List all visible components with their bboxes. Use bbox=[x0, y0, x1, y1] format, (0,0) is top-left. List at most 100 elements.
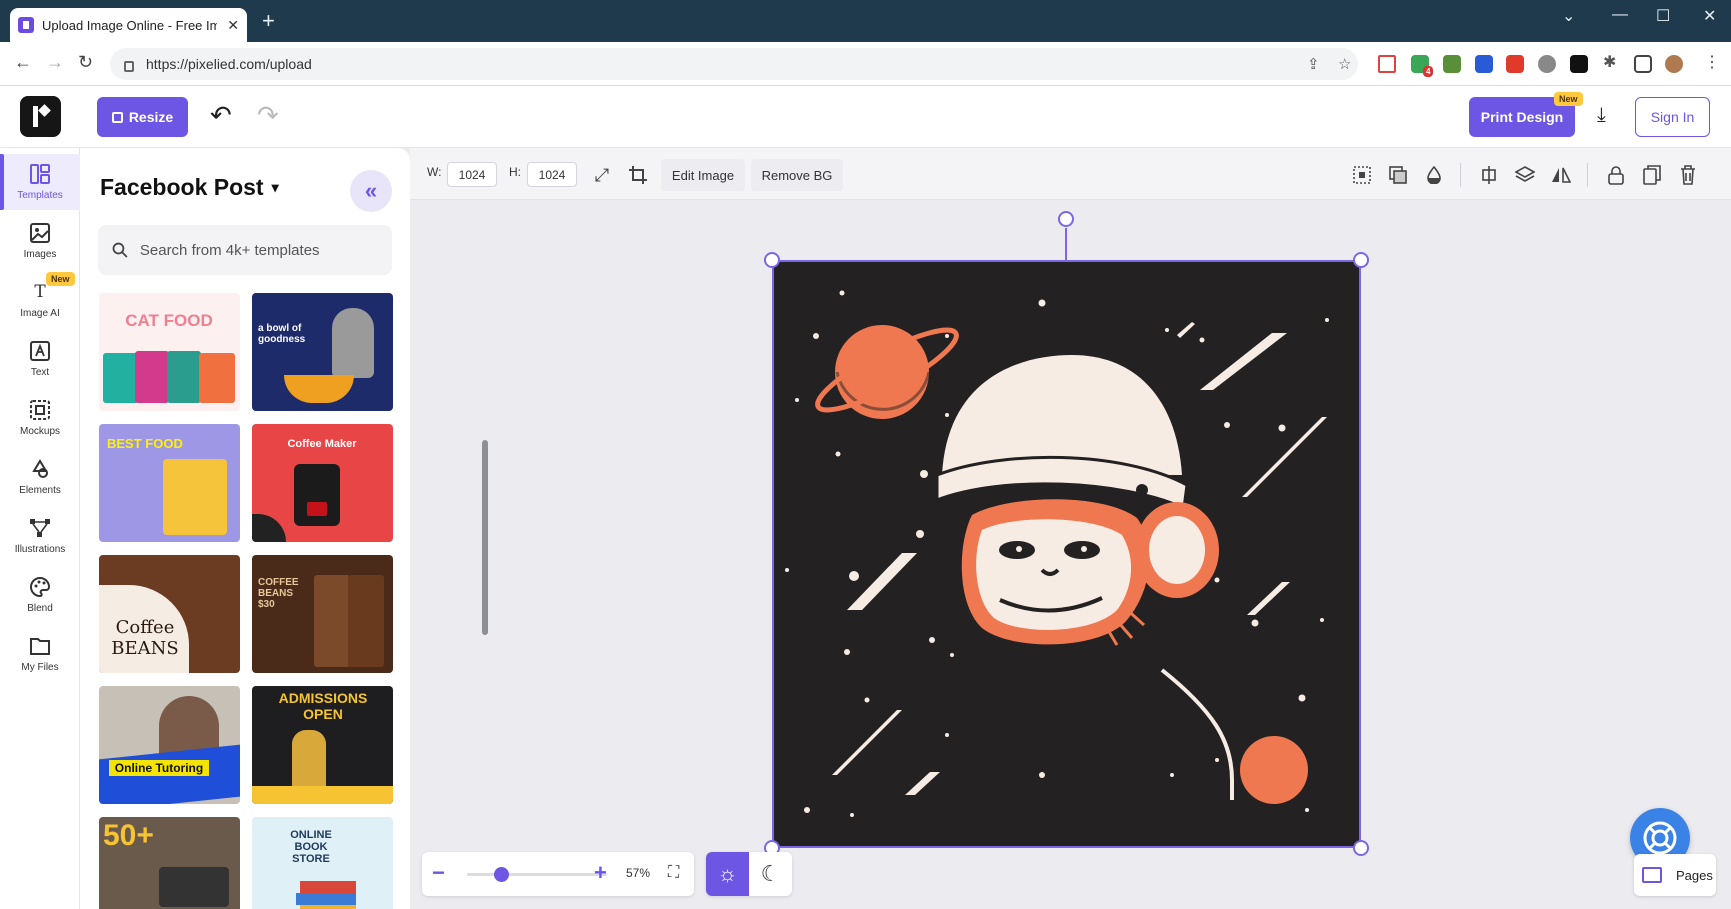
template-category-dropdown[interactable]: Facebook Post ▾ bbox=[100, 174, 279, 201]
width-label: W: bbox=[427, 165, 442, 179]
browser-menu-icon[interactable]: ⋮ bbox=[1704, 52, 1720, 72]
trash-icon[interactable] bbox=[1674, 161, 1702, 189]
opacity-drop-icon[interactable] bbox=[1420, 161, 1448, 189]
dark-mode-button[interactable]: ☾ bbox=[749, 852, 792, 896]
edit-image-button[interactable]: Edit Image bbox=[661, 159, 745, 191]
pixelied-logo[interactable] bbox=[20, 96, 61, 137]
collapse-panel-button[interactable]: « bbox=[350, 170, 392, 212]
search-input[interactable] bbox=[139, 241, 378, 259]
forward-icon[interactable]: → bbox=[46, 52, 64, 73]
browser-tab[interactable]: Upload Image Online - Free Imag ✕ bbox=[10, 8, 247, 42]
selection-frame bbox=[772, 260, 1361, 848]
back-icon[interactable]: ← bbox=[14, 52, 32, 73]
template-thumb-text: ADMISSIONS OPEN bbox=[278, 690, 368, 722]
remove-bg-button[interactable]: Remove BG bbox=[751, 159, 843, 191]
profile-avatar[interactable] bbox=[1665, 55, 1683, 73]
extension-icon[interactable] bbox=[1538, 55, 1556, 73]
resize-handle-bottom-right[interactable] bbox=[1353, 840, 1369, 856]
template-thumbnail[interactable]: Online Tutoring bbox=[99, 686, 240, 804]
extensions-puzzle-icon[interactable]: ✱ bbox=[1603, 52, 1621, 71]
zoom-slider[interactable] bbox=[467, 873, 607, 876]
panel-scrollbar[interactable] bbox=[482, 440, 488, 635]
sign-in-button[interactable]: Sign In bbox=[1635, 97, 1710, 137]
moon-icon: ☾ bbox=[760, 861, 781, 886]
images-icon bbox=[29, 222, 51, 244]
lock-icon[interactable] bbox=[1602, 161, 1630, 189]
rail-item-elements[interactable]: Elements bbox=[0, 449, 80, 505]
template-thumbnail[interactable]: ONLINE BOOK STORE bbox=[252, 817, 393, 909]
align-icon[interactable] bbox=[1475, 161, 1503, 189]
extension-icon[interactable] bbox=[1506, 55, 1524, 73]
maximize-icon[interactable]: ☐ bbox=[1656, 6, 1670, 26]
notion-extension-icon[interactable] bbox=[1570, 55, 1588, 73]
zoom-percent: 57% bbox=[626, 866, 651, 880]
layers-icon[interactable] bbox=[1511, 161, 1539, 189]
redo-icon[interactable]: ↷ bbox=[257, 100, 279, 130]
template-thumbnail[interactable]: Coffee Maker bbox=[252, 424, 393, 542]
height-input[interactable] bbox=[527, 162, 577, 187]
extension-icon[interactable] bbox=[1475, 55, 1493, 73]
gmail-extension-icon[interactable] bbox=[1378, 55, 1396, 73]
undo-icon[interactable]: ↶ bbox=[210, 100, 232, 130]
minimize-icon[interactable]: — bbox=[1612, 6, 1628, 24]
template-thumb-text: a bowl of goodness bbox=[258, 323, 306, 345]
rail-item-mockups[interactable]: Mockups bbox=[0, 390, 80, 446]
width-input[interactable] bbox=[447, 162, 497, 187]
side-panel-icon[interactable] bbox=[1634, 55, 1652, 73]
flip-icon[interactable] bbox=[1547, 161, 1575, 189]
share-icon[interactable]: ⇪ bbox=[1307, 55, 1320, 73]
close-tab-icon[interactable]: ✕ bbox=[227, 17, 239, 34]
zoom-slider-knob[interactable] bbox=[494, 867, 510, 882]
transparency-grid-icon[interactable] bbox=[1348, 161, 1376, 189]
theme-switch: ☼ ☾ bbox=[706, 852, 792, 896]
pages-button[interactable]: Pages bbox=[1634, 854, 1716, 896]
rotation-handle-line bbox=[1065, 228, 1067, 260]
zoom-in-icon[interactable]: + bbox=[594, 860, 607, 886]
template-thumbnail[interactable]: CAT FOOD bbox=[99, 293, 240, 411]
extension-icon[interactable] bbox=[1443, 55, 1461, 73]
close-window-icon[interactable]: ✕ bbox=[1703, 6, 1716, 26]
rail-item-images[interactable]: Images bbox=[0, 213, 80, 269]
toolbar-divider bbox=[1587, 163, 1588, 187]
resize-handle-top-right[interactable] bbox=[1353, 252, 1369, 268]
template-thumbnail[interactable]: COFFEE BEANS $30 bbox=[252, 555, 393, 673]
overlay-icon[interactable] bbox=[1384, 161, 1412, 189]
rail-label: My Files bbox=[21, 662, 59, 673]
bookmark-star-icon[interactable]: ☆ bbox=[1338, 55, 1351, 73]
folder-icon bbox=[29, 635, 51, 657]
rotate-handle[interactable] bbox=[1058, 211, 1074, 227]
template-thumbnail[interactable]: a bowl of goodness bbox=[252, 293, 393, 411]
template-thumbnail[interactable]: 50+ bbox=[99, 817, 240, 909]
template-search[interactable] bbox=[98, 225, 392, 275]
download-icon[interactable]: ⤓ bbox=[1597, 104, 1606, 127]
illustrations-icon bbox=[29, 517, 51, 539]
template-thumbnail[interactable]: Coffee BEANS bbox=[99, 555, 240, 673]
fit-screen-icon[interactable]: ⛶ bbox=[668, 864, 679, 882]
new-tab-icon[interactable]: + bbox=[262, 10, 275, 32]
resize-handle-top-left[interactable] bbox=[764, 252, 780, 268]
rail-item-blend[interactable]: Blend bbox=[0, 567, 80, 623]
left-rail: Templates Images T Image AI New Text Moc… bbox=[0, 148, 80, 909]
browser-tab-bar: Upload Image Online - Free Imag ✕ + ⌄ — … bbox=[0, 0, 1731, 42]
expand-icon[interactable]: ⤢ bbox=[588, 161, 616, 189]
duplicate-icon[interactable] bbox=[1638, 161, 1666, 189]
rail-label: Images bbox=[23, 249, 57, 260]
template-thumbnail[interactable]: ADMISSIONS OPEN bbox=[252, 686, 393, 804]
zoom-out-icon[interactable]: − bbox=[432, 860, 445, 886]
crop-icon[interactable] bbox=[624, 161, 652, 189]
rail-item-templates[interactable]: Templates bbox=[0, 154, 80, 210]
resize-button[interactable]: Resize bbox=[97, 97, 188, 137]
rail-item-illustrations[interactable]: Illustrations bbox=[0, 508, 80, 564]
tab-search-icon[interactable]: ⌄ bbox=[1562, 6, 1575, 26]
omnibox[interactable]: https://pixelied.com/upload ⇪ ☆ bbox=[110, 48, 1358, 80]
rail-item-text[interactable]: Text bbox=[0, 331, 80, 387]
rail-label: Templates bbox=[17, 190, 63, 201]
light-mode-button[interactable]: ☼ bbox=[706, 852, 749, 896]
rail-label: Image AI bbox=[20, 308, 60, 319]
rail-label: Elements bbox=[19, 485, 61, 496]
templates-panel: Facebook Post ▾ « CAT FOOD a bowl of goo… bbox=[80, 148, 488, 909]
text-icon bbox=[29, 340, 51, 362]
template-thumbnail[interactable]: BEST FOOD bbox=[99, 424, 240, 542]
reload-icon[interactable]: ↻ bbox=[78, 52, 93, 73]
rail-item-my-files[interactable]: My Files bbox=[0, 626, 80, 682]
